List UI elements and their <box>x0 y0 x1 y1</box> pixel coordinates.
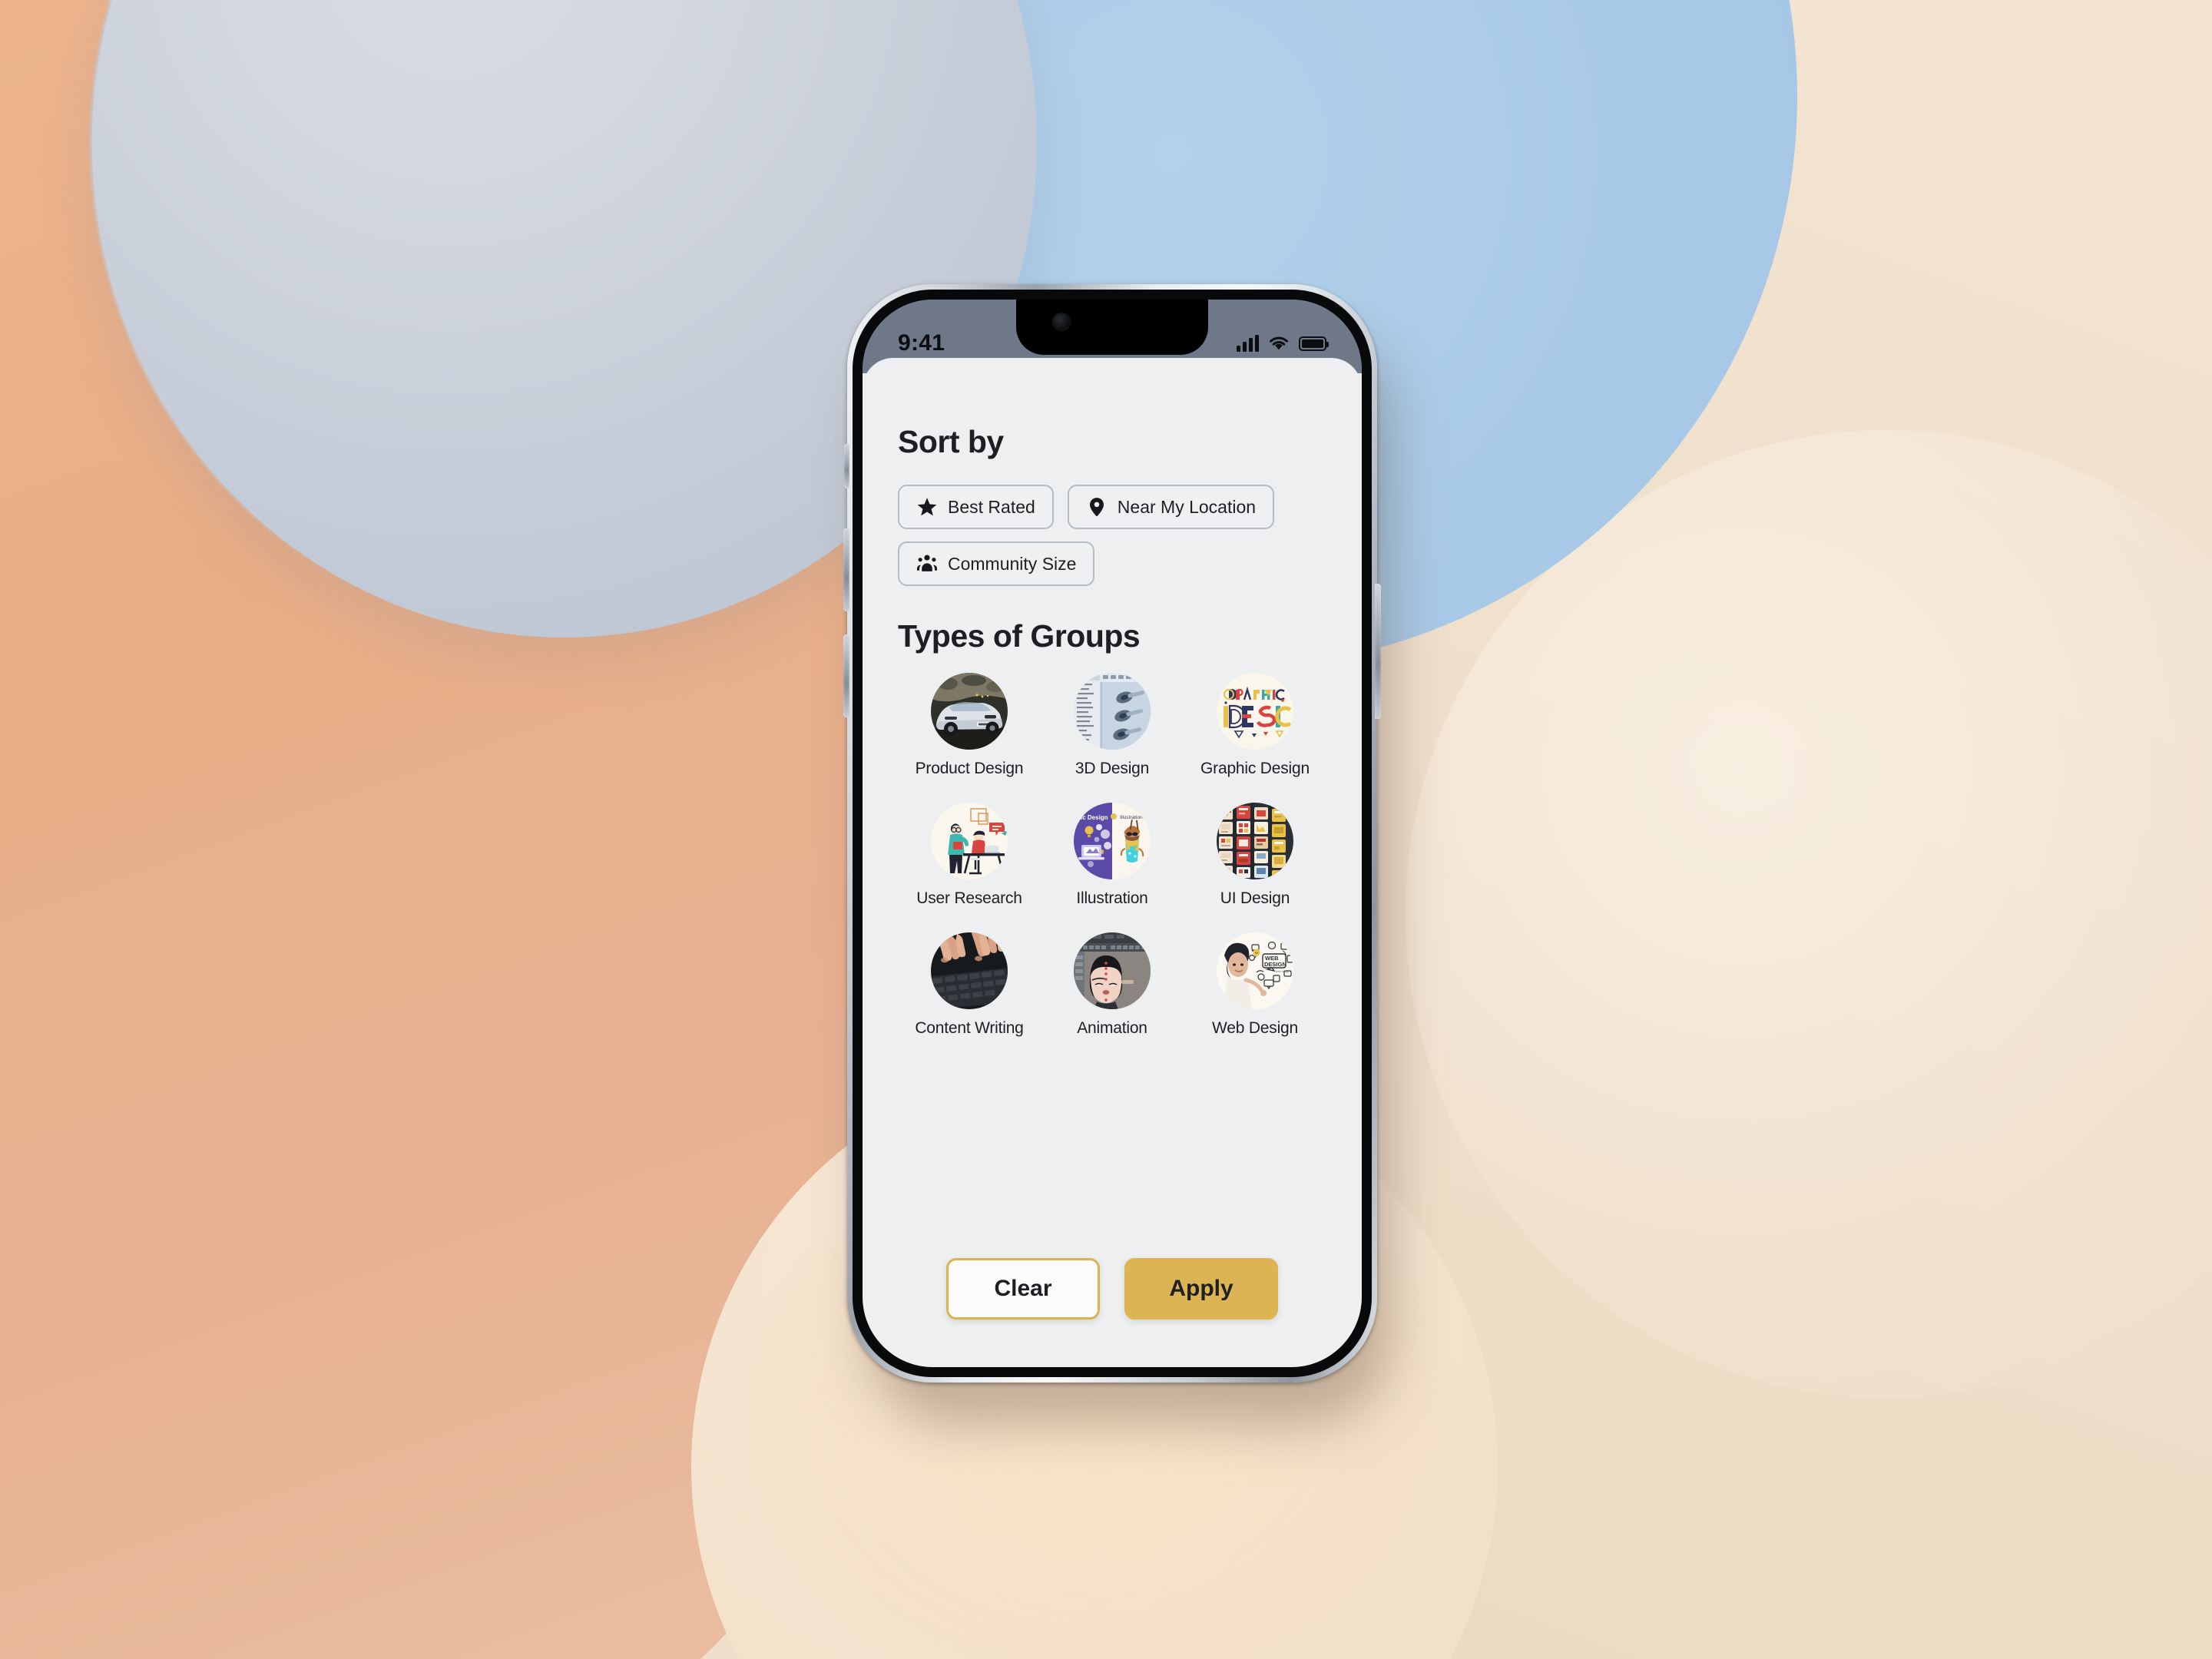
volume-up-button[interactable] <box>843 528 849 611</box>
car-photo-icon <box>931 673 1008 750</box>
group-item-animation[interactable]: Animation <box>1054 932 1171 1038</box>
illustration-split-icon: ic Design Illustration <box>1074 803 1151 879</box>
cad-software-icon <box>1074 673 1151 750</box>
group-item-graphic-design[interactable]: Graphic Design <box>1197 673 1313 778</box>
volume-down-button[interactable] <box>843 634 849 717</box>
star-icon <box>917 498 937 516</box>
battery-icon <box>1299 336 1329 351</box>
filter-actions: Clear Apply <box>898 1258 1326 1320</box>
graphic-typography-icon <box>1217 673 1293 750</box>
map-pin-icon <box>1089 498 1104 517</box>
group-item-label: 3D Design <box>1075 760 1150 777</box>
sort-chip-label: Community Size <box>948 553 1077 574</box>
group-item-web-design[interactable]: WEB DESIGN web design Web Design <box>1197 932 1313 1038</box>
group-item-label: Graphic Design <box>1200 760 1310 777</box>
phone-screen: 9:41 Sort by Best Rated Near My Location… <box>863 300 1362 1367</box>
svg-text:ic Design: ic Design <box>1081 814 1108 821</box>
types-of-groups-title: Types of Groups <box>898 618 1141 654</box>
group-item-3d-design[interactable]: 3D Design <box>1054 673 1171 778</box>
svg-text:Illustration: Illustration <box>1120 815 1143 820</box>
power-button[interactable] <box>1375 584 1381 719</box>
sort-chip-best-rated[interactable]: Best Rated <box>898 485 1054 529</box>
group-item-label: Web Design <box>1211 1019 1298 1037</box>
group-item-label: Illustration <box>1076 889 1148 907</box>
group-item-label: Content Writing <box>915 1019 1024 1037</box>
status-time: 9:41 <box>898 330 945 356</box>
keyboard-hands-thumb <box>931 932 1008 1009</box>
svg-text:web design: web design <box>1276 970 1290 973</box>
sort-chip-near-my-location[interactable]: Near My Location <box>1067 485 1275 529</box>
group-item-label: UI Design <box>1220 889 1290 907</box>
sort-by-title: Sort by <box>898 424 1004 459</box>
keyboard-hands-icon <box>931 932 1008 1009</box>
ui-cards-grid-icon <box>1217 803 1293 879</box>
user-research-illustration-thumb <box>931 803 1008 879</box>
svg-text:DESIGN: DESIGN <box>1264 961 1286 968</box>
ui-cards-grid-thumb <box>1217 803 1293 879</box>
group-item-product-design[interactable]: Product Design <box>911 673 1028 778</box>
cad-software-thumb <box>1074 673 1151 750</box>
sort-options-list: Best Rated Near My Location Community Si… <box>898 485 1326 586</box>
group-item-content-writing[interactable]: Content Writing <box>911 932 1028 1038</box>
group-item-user-research[interactable]: User Research <box>911 803 1028 908</box>
group-item-label: User Research <box>916 889 1022 907</box>
group-item-illustration[interactable]: ic Design Illustration Illustration <box>1054 803 1171 908</box>
3d-character-icon <box>1074 932 1151 1009</box>
notch <box>1016 300 1208 355</box>
filter-panel: Sort by Best Rated Near My Location Comm… <box>863 358 1362 1367</box>
group-item-label: Product Design <box>915 760 1024 777</box>
graphic-typography-thumb <box>1217 673 1293 750</box>
phone-frame: 9:41 Sort by Best Rated Near My Location… <box>843 284 1381 1382</box>
sort-chip-community-size[interactable]: Community Size <box>898 541 1095 586</box>
phone-mockup: 9:41 Sort by Best Rated Near My Location… <box>843 284 1391 1426</box>
group-item-label: Animation <box>1077 1019 1147 1037</box>
web-design-doodle-thumb: WEB DESIGN web design <box>1217 932 1293 1009</box>
silence-switch-button[interactable] <box>844 444 849 488</box>
cellular-signal-icon <box>1237 335 1259 352</box>
apply-button[interactable]: Apply <box>1124 1258 1278 1320</box>
3d-character-thumb <box>1074 932 1151 1009</box>
group-item-ui-design[interactable]: UI Design <box>1197 803 1313 908</box>
car-photo-thumb <box>931 673 1008 750</box>
front-camera-icon <box>1053 313 1070 330</box>
web-design-doodle-icon: WEB DESIGN web design <box>1217 932 1293 1009</box>
wifi-icon <box>1270 336 1288 350</box>
people-group-icon <box>916 555 938 571</box>
sort-chip-label: Near My Location <box>1117 496 1257 517</box>
status-indicators <box>1237 335 1329 352</box>
user-research-illustration-icon <box>931 803 1008 879</box>
group-types-grid: Product Design 3D Design Graphic Design … <box>898 673 1326 1038</box>
phone-body: 9:41 Sort by Best Rated Near My Location… <box>853 290 1372 1377</box>
clear-button[interactable]: Clear <box>946 1258 1100 1320</box>
sort-chip-label: Best Rated <box>948 496 1035 517</box>
illustration-split-thumb: ic Design Illustration <box>1074 803 1151 879</box>
